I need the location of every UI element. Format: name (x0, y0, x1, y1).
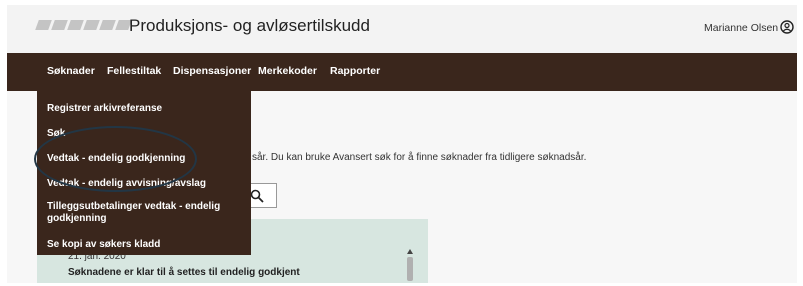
user-name[interactable]: Marianne Olsen (704, 22, 778, 34)
info-text: sår. Du kan bruke Avansert søk for å fin… (252, 152, 587, 163)
nav-item-rapporter[interactable]: Rapporter (330, 65, 380, 77)
menu-item-se-kopi-kladd[interactable]: Se kopi av søkers kladd (47, 239, 160, 251)
search-icon (250, 189, 264, 203)
scrollbar[interactable] (407, 249, 415, 283)
highlight-annotation (34, 126, 197, 192)
nav-item-fellestiltak[interactable]: Fellestiltak (107, 65, 161, 77)
menu-item-tilleggsutbetalinger[interactable]: Tilleggsutbetalinger vedtak - endelig go… (47, 201, 227, 225)
nav-item-merkekoder[interactable]: Merkekoder (258, 65, 317, 77)
nav-item-soknader[interactable]: Søknader (47, 65, 95, 77)
app-window: Produksjons- og avløsertilskudd Marianne… (7, 5, 797, 283)
main-nav: Søknader Fellestiltak Dispensasjoner Mer… (7, 53, 797, 91)
nav-item-dispensasjoner[interactable]: Dispensasjoner (173, 65, 251, 77)
result-status: Søknadene er klar til å settes til endel… (68, 267, 300, 278)
header: Produksjons- og avløsertilskudd Marianne… (7, 5, 797, 53)
menu-item-registrer-arkivreferanse[interactable]: Registrer arkivreferanse (47, 103, 162, 115)
scroll-up-arrow-icon[interactable] (407, 249, 413, 254)
page-title: Produksjons- og avløsertilskudd (129, 16, 370, 35)
user-icon[interactable] (780, 20, 794, 34)
logo (35, 20, 132, 30)
scroll-thumb[interactable] (407, 257, 413, 281)
